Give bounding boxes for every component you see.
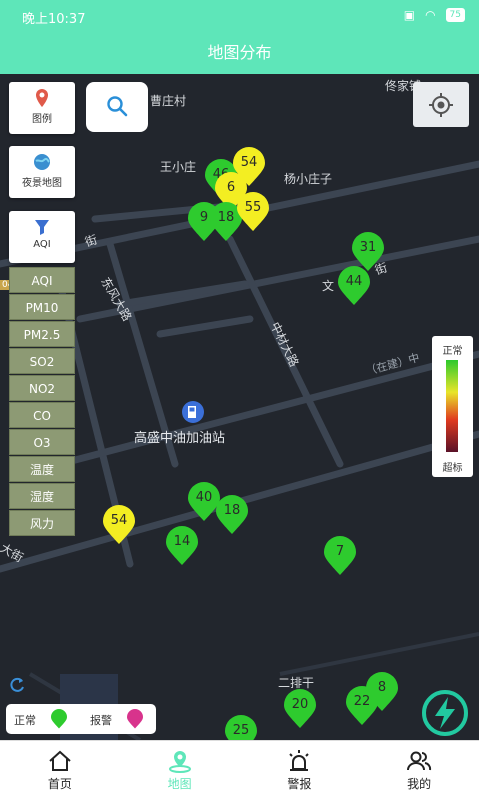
legend-button[interactable]: 图例 xyxy=(9,82,75,134)
metric-item[interactable]: O3 xyxy=(9,429,75,455)
battery-icon: 75 xyxy=(445,8,465,22)
nav-me[interactable]: 我的 xyxy=(359,741,479,800)
search-icon xyxy=(107,96,128,117)
marker-value: 54 xyxy=(110,513,128,528)
station-marker[interactable]: 8 xyxy=(365,672,399,712)
nav-home-label: 首页 xyxy=(47,777,72,791)
marker-value: 55 xyxy=(244,200,262,215)
legend-normal-label: 正常 xyxy=(14,714,36,727)
marker-value: 44 xyxy=(345,274,363,289)
metric-item[interactable]: 风力 xyxy=(9,510,75,536)
aqi-button-label: AQI xyxy=(33,239,51,250)
metric-item[interactable]: SO2 xyxy=(9,348,75,374)
marker-value: 14 xyxy=(173,534,191,549)
gas-station-icon xyxy=(182,401,204,423)
station-marker[interactable]: 20 xyxy=(283,689,317,729)
metric-list: AQI PM10 PM2.5 SO2 NO2 CO O3 温度 湿度 风力 xyxy=(9,267,75,537)
aqi-button[interactable]: AQI xyxy=(9,211,75,263)
metric-item[interactable]: AQI xyxy=(9,267,75,293)
locate-button[interactable] xyxy=(413,82,469,127)
home-icon xyxy=(49,750,71,771)
normal-marker-icon xyxy=(51,709,67,729)
refresh-icon[interactable] xyxy=(8,676,26,694)
nav-map[interactable]: 地图 xyxy=(120,741,240,800)
scale-top-label: 正常 xyxy=(442,346,463,357)
sim-icon: ▣ xyxy=(403,8,416,22)
search-button[interactable] xyxy=(86,82,148,132)
bottom-nav: 首页 地图 警报 我的 xyxy=(0,740,479,800)
legend-alarm-label: 报警 xyxy=(90,714,112,727)
marker-value: 18 xyxy=(223,503,241,518)
status-icons: ▣ ◠ 75 xyxy=(404,8,465,22)
map-label: 曹庄村 xyxy=(150,94,187,108)
marker-value: 25 xyxy=(232,723,250,738)
map-label: 王小庄 xyxy=(160,160,197,174)
metric-item[interactable]: PM10 xyxy=(9,294,75,320)
crosshair-icon xyxy=(429,93,453,117)
metric-item[interactable]: PM2.5 xyxy=(9,321,75,347)
globe-icon xyxy=(34,154,50,170)
station-marker[interactable]: 54 xyxy=(102,505,136,545)
bolt-icon[interactable] xyxy=(417,689,473,737)
station-marker[interactable]: 55 xyxy=(236,192,270,232)
metric-item[interactable]: 温度 xyxy=(9,456,75,482)
marker-value: 7 xyxy=(335,544,345,559)
map-view[interactable]: 曹庄村 佟家铺 王小庄 杨小庄子 东风大路 中材大路 文 街 街 大街 （在建）… xyxy=(0,74,479,740)
night-map-label: 夜景地图 xyxy=(22,178,62,189)
gas-station-label: 高盛中油加油站 xyxy=(134,431,226,446)
nav-map-label: 地图 xyxy=(167,777,192,791)
map-label: 文 xyxy=(322,279,335,293)
night-map-button[interactable]: 夜景地图 xyxy=(9,146,75,198)
color-scale: 正常 超标 xyxy=(432,336,473,477)
alarm-marker-icon xyxy=(127,709,143,729)
station-marker[interactable]: 25 xyxy=(224,715,258,740)
nav-alarm-label: 警报 xyxy=(287,777,312,791)
map-location-icon xyxy=(168,751,191,773)
marker-value: 8 xyxy=(377,680,387,695)
station-marker[interactable]: 7 xyxy=(323,536,357,576)
status-bar: 晚上10:37 ▣ ◠ 75 xyxy=(0,0,479,32)
marker-value: 20 xyxy=(291,697,309,712)
metric-item[interactable]: CO xyxy=(9,402,75,428)
scale-bottom-label: 超标 xyxy=(442,463,463,474)
user-icon xyxy=(407,751,432,771)
metric-item[interactable]: 湿度 xyxy=(9,483,75,509)
nav-alarm[interactable]: 警报 xyxy=(240,741,360,800)
station-marker[interactable]: 44 xyxy=(337,266,371,306)
nav-home[interactable]: 首页 xyxy=(0,741,120,800)
scale-gradient xyxy=(446,360,458,452)
page-title: 地图分布 xyxy=(0,32,479,74)
wifi-icon: ◠ xyxy=(425,8,436,22)
legend-button-label: 图例 xyxy=(32,114,52,125)
nav-me-label: 我的 xyxy=(407,777,432,791)
metric-item[interactable]: NO2 xyxy=(9,375,75,401)
map-pin-icon xyxy=(36,89,48,107)
station-marker[interactable]: 14 xyxy=(165,526,199,566)
status-legend: 正常 报警 xyxy=(6,704,156,734)
status-time: 晚上10:37 xyxy=(22,12,86,27)
station-marker[interactable]: 18 xyxy=(215,495,249,535)
marker-value: 54 xyxy=(240,155,258,170)
marker-value: 31 xyxy=(359,240,377,255)
siren-icon xyxy=(289,750,310,771)
map-label: 杨小庄子 xyxy=(284,172,333,186)
filter-icon xyxy=(35,220,49,235)
